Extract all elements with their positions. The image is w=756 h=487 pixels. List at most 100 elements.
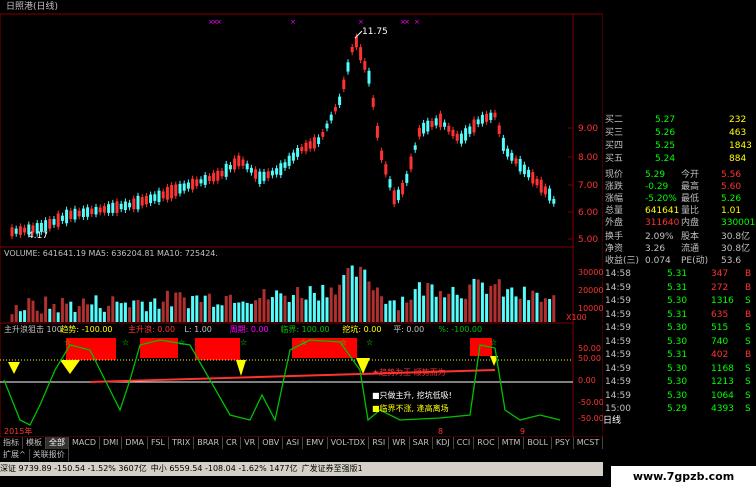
stat-row-cell: 2.09% <box>645 232 674 242</box>
trade-tick-row-cell: 14:59 <box>605 377 631 387</box>
tab-kdj[interactable]: KDJ <box>433 437 454 449</box>
stat-row-cell: 0.074 <box>645 256 671 266</box>
trade-tick-row: 14:59 5.30 1064 S <box>603 390 751 402</box>
volume-bar <box>10 314 14 322</box>
tab-macd[interactable]: MACD <box>69 437 100 449</box>
price-candle <box>149 194 153 204</box>
volume-bar <box>241 301 245 322</box>
price-candle <box>480 114 484 124</box>
tab-mcst[interactable]: MCST <box>574 437 604 449</box>
status-item: 深证 9739.89 -150.54 -1.52% 3607亿 <box>0 464 147 473</box>
tab-cr[interactable]: CR <box>223 437 242 449</box>
trade-tick-row-cell: 5.31 <box>667 309 688 320</box>
subtab[interactable]: 关联报价 <box>30 449 69 461</box>
price-candle <box>111 202 115 213</box>
tab-trix[interactable]: TRIX <box>169 437 195 449</box>
volume-bar <box>287 302 291 322</box>
volume-bar <box>468 284 472 322</box>
price-candle <box>447 125 451 132</box>
tab-mtm[interactable]: MTM <box>499 437 525 449</box>
trade-tick-row: 14:59 5.31 635 B <box>603 309 751 321</box>
stat-row: 总量 641641 量比 1.01 <box>603 205 751 217</box>
price-candle <box>342 79 346 89</box>
price-candle <box>136 195 140 210</box>
volume-bar <box>144 311 148 322</box>
trade-tick-row-cell: B <box>745 282 752 293</box>
price-candle <box>212 172 216 182</box>
price-candle <box>228 165 232 170</box>
price-candle <box>346 62 350 72</box>
tab-roc[interactable]: ROC <box>474 437 499 449</box>
volume-bar <box>178 292 182 322</box>
stat-row-cell: 最低 <box>681 194 700 204</box>
price-candle <box>77 210 81 217</box>
volume-bar <box>296 287 300 322</box>
price-candle <box>128 202 132 208</box>
volume-bar <box>199 301 203 322</box>
volume-bar <box>510 287 514 322</box>
volume-bar <box>392 300 396 322</box>
tab-vr[interactable]: VR <box>241 437 260 449</box>
price-candle <box>434 118 438 126</box>
tab-vol-tdx[interactable]: VOL-TDX <box>328 437 370 449</box>
volume-bar <box>98 308 102 322</box>
indicator-title-part: 主升浪: 0.00 <box>128 324 175 334</box>
ask-row-cell: 1843 <box>729 141 752 151</box>
tab-psy[interactable]: PSY <box>552 437 574 449</box>
price-candle <box>86 207 90 217</box>
tab-emv[interactable]: EMV <box>303 437 328 449</box>
tab-asi[interactable]: ASI <box>283 437 304 449</box>
tab-sar[interactable]: SAR <box>410 437 433 449</box>
price-candle <box>69 210 73 219</box>
tab-obv[interactable]: OBV <box>259 437 284 449</box>
price-candle <box>119 203 123 210</box>
period-tab-cell: 日线 <box>603 416 622 426</box>
price-candle <box>94 206 98 215</box>
ask-row-cell: 884 <box>729 154 747 164</box>
price-candle <box>388 179 392 188</box>
volume-bar <box>518 298 522 322</box>
volume-bar <box>18 311 22 322</box>
tab-指标[interactable]: 指标 <box>0 437 23 449</box>
volume-bar <box>275 290 279 322</box>
price-candle <box>153 194 157 201</box>
tab-fsl[interactable]: FSL <box>148 437 169 449</box>
volume-bar <box>417 282 421 322</box>
volume-bar <box>514 296 518 322</box>
tab-brar[interactable]: BRAR <box>194 437 224 449</box>
ask-row-cell: 463 <box>729 128 747 138</box>
price-candle <box>401 182 405 195</box>
price-candle <box>527 169 531 178</box>
tab-全部[interactable]: 全部 <box>46 437 69 449</box>
tab-boll[interactable]: BOLL <box>524 437 552 449</box>
status-item: 中小 6559.54 -108.04 -1.62% 1477亿 <box>150 464 298 473</box>
volume-bar <box>90 304 94 322</box>
stat-row-cell: 641641 <box>645 206 680 216</box>
annotation-exit: ■临界不涨, 逢高离场 <box>372 403 449 413</box>
trade-tick-row-cell: 1316 <box>711 296 734 306</box>
tab-rsi[interactable]: RSI <box>369 437 390 449</box>
price-candle <box>308 141 312 149</box>
volume-bar <box>56 312 60 322</box>
tab-模板[interactable]: 模板 <box>23 437 46 449</box>
volume-bar <box>161 301 165 322</box>
star-marker: ☆ <box>366 338 373 347</box>
ask-row-cell: 5.26 <box>655 128 676 138</box>
chart-frame <box>0 13 603 437</box>
price-candle <box>170 185 174 199</box>
trade-tick-row-cell: S <box>745 363 751 374</box>
price-candle <box>73 208 77 220</box>
stat-row-cell: 311640 <box>645 218 680 228</box>
volume-bar <box>107 305 111 322</box>
tab-wr[interactable]: WR <box>389 437 410 449</box>
stock-chart[interactable]: 11.754.179.008.007.006.005.00××× × × ×× ×VOL… <box>0 0 603 437</box>
volume-bar <box>73 312 77 322</box>
trade-tick-row-cell: 14:59 <box>605 282 631 293</box>
volume-axis-label: 20000 <box>578 286 603 295</box>
tab-dmi[interactable]: DMI <box>100 437 123 449</box>
price-candle <box>107 204 111 213</box>
tab-cci[interactable]: CCI <box>454 437 475 449</box>
volume-bar <box>262 289 266 322</box>
tab-dma[interactable]: DMA <box>122 437 148 449</box>
subtab[interactable]: 扩展^ <box>0 449 30 461</box>
